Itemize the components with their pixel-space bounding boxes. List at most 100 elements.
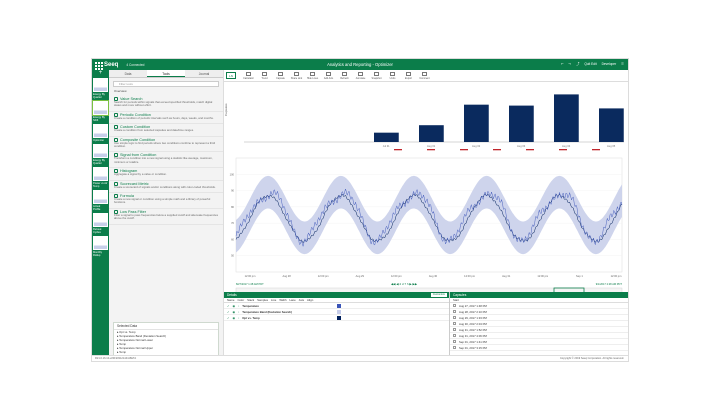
capsule-checkbox[interactable] [453, 316, 456, 319]
tool-item[interactable]: Composite Condition Use simple logic to f… [109, 137, 223, 153]
details-column-header[interactable]: Name [227, 298, 234, 302]
color-swatch[interactable] [337, 309, 342, 314]
bar[interactable] [554, 94, 579, 142]
toolbar-button[interactable]: Export [402, 71, 415, 80]
toolbar-button[interactable]: Comment [418, 71, 431, 80]
bar[interactable] [464, 104, 489, 142]
worksheet-thumb[interactable] [93, 167, 108, 181]
lock-icon[interactable]: ▫ [238, 315, 239, 321]
toolbar-button[interactable]: Snapshot [370, 71, 383, 80]
capsule-row[interactable]: Sep 01, 2017 3:15 PM [450, 345, 628, 351]
worksheet-thumb[interactable] [93, 78, 108, 92]
time-start[interactable]: 8/27/2017 1:48 AM PDT [236, 282, 264, 286]
capsule-checkbox[interactable] [453, 334, 456, 337]
tool-item[interactable]: Formula Create a new signal or condition … [109, 193, 223, 209]
capsule-marker[interactable] [559, 149, 567, 151]
details-column-header[interactable]: Axis [299, 298, 304, 302]
toolbar-button[interactable]: Calculator [242, 71, 255, 80]
trend-chart[interactable]: Capsules Jul 31 Aug 01 Aug 02 Aug 03 Aug 04 Au… [224, 82, 629, 297]
worksheet-label[interactable]: Reheat Cycles [93, 228, 108, 234]
color-swatch[interactable] [337, 315, 342, 320]
capsule-checkbox[interactable] [453, 310, 456, 313]
worksheet-thumb[interactable] [93, 236, 108, 250]
details-column-header[interactable]: Color [237, 298, 244, 302]
bar[interactable] [599, 108, 624, 142]
tab-journal[interactable]: Journal [185, 70, 223, 77]
view-selector[interactable]: LN [226, 72, 236, 79]
worksheet-thumb[interactable] [93, 190, 108, 204]
capsule-marker[interactable] [427, 149, 435, 151]
capsule-marker[interactable] [592, 149, 600, 151]
tool-item[interactable]: Low Pass Filter Filter a signal to pass f… [109, 209, 223, 225]
tool-item[interactable]: Scorecard Metric Create a scorecard of si… [109, 181, 223, 194]
worksheet-thumb[interactable] [93, 124, 108, 138]
details-column-header[interactable]: Align [307, 298, 313, 302]
toolbar-button[interactable]: Trend [258, 71, 271, 80]
overview-link[interactable]: Overview [114, 89, 218, 93]
user-menu[interactable]: Developer [602, 62, 617, 66]
toolbar-button[interactable]: Refresh [338, 71, 351, 80]
apps-grid-icon[interactable] [94, 61, 103, 70]
redo-icon[interactable]: ↷ [569, 62, 572, 66]
tool-item[interactable]: Value Search Search for periods within si… [109, 96, 223, 112]
toolbar-button[interactable]: Undo [386, 71, 399, 80]
series-name[interactable]: Opt vs. Temp [242, 315, 334, 321]
visible-icon[interactable]: ✓ [227, 315, 230, 321]
bar[interactable] [419, 125, 444, 142]
tab-data[interactable]: Data [109, 70, 147, 77]
capsule-marker[interactable] [460, 149, 468, 151]
details-row[interactable]: ✓ ◉ ▫ Opt vs. Temp [224, 315, 449, 321]
capsule-marker[interactable] [526, 149, 534, 151]
worksheet-label[interactable]: Energy By Quarter [93, 159, 108, 165]
bar[interactable] [374, 132, 399, 142]
worksheet-preview [94, 84, 107, 91]
connection-status[interactable]: 4 Connected [126, 63, 144, 67]
tab-tools[interactable]: Tools [147, 70, 185, 77]
worksheet-label[interactable]: Monthly Rollup [93, 251, 108, 257]
worksheet-label[interactable]: Optimizer [93, 139, 108, 142]
worksheet-thumb[interactable] [92, 100, 109, 116]
time-end[interactable]: 9/1/2017 2:28 AM PDT [596, 282, 623, 286]
add-worksheet-icon[interactable]: + [92, 70, 109, 77]
capsule-checkbox[interactable] [453, 304, 456, 307]
capsule-marker[interactable] [493, 149, 501, 151]
details-column-header[interactable]: Lane [290, 298, 296, 302]
worksheet-thumb[interactable] [93, 213, 108, 227]
bar[interactable] [509, 105, 534, 142]
quit-edit-button[interactable]: Quit Edit [584, 62, 596, 66]
customize-button[interactable]: Customize [430, 293, 447, 297]
capsule-checkbox[interactable] [453, 328, 456, 331]
capsule-checkbox[interactable] [453, 340, 456, 343]
toolbar-button[interactable]: Annotate [354, 71, 367, 80]
data-item[interactable]: ▸ Temp [114, 350, 218, 354]
time-controls[interactable]: ◀◀ ◀ 4 d 7 h ▶ ▶▶ [391, 282, 418, 286]
tool-description: Use simple logic to find periods where t… [114, 140, 216, 149]
tool-item[interactable]: Histogram Aggregate a signal by a value o… [109, 168, 223, 181]
worksheet-label[interactable]: Energy By Quarter [93, 93, 108, 99]
capsule-checkbox[interactable] [453, 322, 456, 325]
worksheet-label[interactable]: Energy By Shift [93, 116, 108, 122]
toolbar-button[interactable]: Hide Lines [306, 71, 319, 80]
details-column-header[interactable]: Line [271, 298, 276, 302]
details-column-header[interactable]: Width [279, 298, 286, 302]
eye-icon[interactable]: ◉ [233, 315, 236, 321]
tool-item[interactable]: Periodic Condition Create a condition of … [109, 112, 223, 125]
filter-tools-input[interactable]: Filter tools [113, 81, 219, 87]
toolbar-button[interactable]: Share Link [290, 71, 303, 80]
worksheet-label[interactable]: Actual Profile [93, 205, 108, 211]
toolbar-button[interactable]: Capsule [274, 71, 287, 80]
brand-logo[interactable]: Seeq [104, 62, 118, 68]
toolbar-button[interactable]: Add Axis [322, 71, 335, 80]
worksheet-label[interactable]: Power vs Air Temp [93, 182, 108, 188]
details-column-header[interactable]: Samples [257, 298, 268, 302]
tool-item[interactable]: Custom Condition Create a condition from … [109, 124, 223, 137]
worksheet-thumb[interactable] [93, 144, 108, 158]
color-swatch[interactable] [337, 303, 342, 308]
menu-icon[interactable]: ☰ [621, 62, 624, 66]
details-column-header[interactable]: Stack [247, 298, 254, 302]
capsule-marker[interactable] [394, 149, 402, 151]
capsule-checkbox[interactable] [453, 346, 456, 349]
undo-icon[interactable]: ↶ [561, 62, 564, 66]
share-icon[interactable]: ⤴ [576, 61, 579, 66]
tool-item[interactable]: Signal from Condition Transform a conditi… [109, 152, 223, 169]
